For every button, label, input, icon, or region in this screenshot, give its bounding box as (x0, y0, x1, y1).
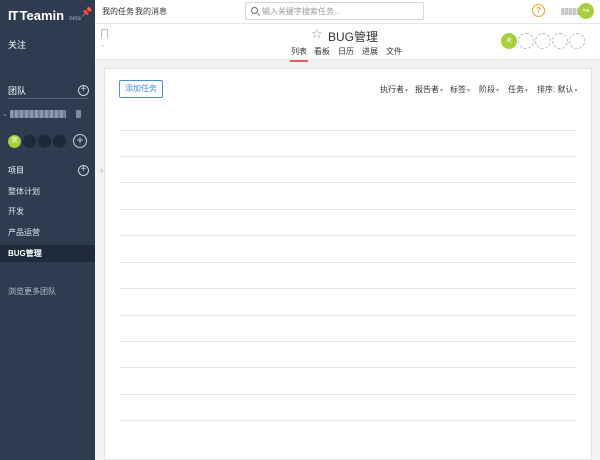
avatar[interactable]: 我 (501, 33, 517, 49)
add-row-icon[interactable]: + (99, 166, 104, 176)
collapse-icon[interactable]: ⌃ (100, 44, 106, 52)
task-list-panel: 添加任务 执行者▾ 报告者▾ 标签▾ 阶段▾ 任务▾ 排序: 默认▾ (104, 68, 592, 460)
sort-dropdown[interactable]: 排序: 默认▾ (537, 84, 577, 95)
filter-tags[interactable]: 标签▾ (450, 84, 470, 95)
projects-section-title: 项目 (8, 166, 24, 175)
project-header: ⌃ ☆ BUG管理 ⌄ 列表 看板 日历 进展 文件 我 (95, 24, 600, 62)
filter-reporter[interactable]: 报告者▾ (415, 84, 443, 95)
tab-files[interactable]: 文件 (386, 46, 402, 57)
my-messages-link[interactable]: 我的消息 (135, 6, 167, 17)
tab-board[interactable]: 看板 (314, 46, 330, 57)
list-row-divider (119, 130, 577, 131)
filter-stage[interactable]: 阶段▾ (479, 84, 499, 95)
sidebar-item-bug-management[interactable]: BUG管理 (0, 245, 95, 262)
filter-label: 任务 (508, 85, 524, 94)
follow-link[interactable]: 关注 (8, 38, 26, 51)
user-avatar[interactable]: me (578, 3, 594, 19)
avatar[interactable]: 我 (8, 134, 21, 148)
search-input[interactable] (262, 4, 420, 18)
avatar-placeholder[interactable] (23, 134, 36, 148)
team-selector[interactable]: ⌄ (2, 110, 92, 118)
member-slot[interactable] (535, 33, 551, 49)
member-slot[interactable] (552, 33, 568, 49)
sidebar-item-development[interactable]: 开发 (0, 203, 95, 220)
list-row-divider (119, 182, 577, 183)
filter-task[interactable]: 任务▾ (508, 84, 528, 95)
team-members: 我 + (8, 134, 87, 148)
avatar-placeholder[interactable] (53, 134, 66, 148)
logo-mark: IT (8, 8, 19, 23)
chevron-down-icon[interactable]: ⌄ (373, 30, 380, 39)
list-row-divider (119, 420, 577, 421)
caret-down-icon: ▾ (440, 88, 444, 94)
chevron-down-icon: ⌄ (2, 111, 8, 118)
project-members: 我 (501, 33, 586, 49)
tab-progress[interactable]: 进展 (362, 46, 378, 57)
top-bar: 我的任务 我的消息 ? me (95, 0, 600, 24)
project-title: BUG管理 (328, 30, 379, 44)
tab-list[interactable]: 列表 (290, 46, 308, 62)
caret-down-icon: ▾ (405, 88, 409, 94)
caret-down-icon: ▾ (496, 88, 500, 94)
filter-label: 执行者 (380, 85, 404, 94)
list-row-divider (119, 262, 577, 263)
browse-more-teams-link[interactable]: 浏览更多团队 (8, 286, 56, 297)
sidebar-item-product-ops[interactable]: 产品运营 (0, 224, 95, 241)
search-box[interactable] (245, 2, 424, 20)
filter-label: 标签 (450, 85, 466, 94)
list-row-divider (119, 288, 577, 289)
caret-down-icon: ▾ (467, 88, 471, 94)
team-section-header: 团队 + (8, 84, 89, 97)
add-member-button[interactable]: + (73, 134, 87, 148)
caret-down-icon: ▾ (574, 88, 578, 94)
sort-label: 排序: 默认 (537, 85, 574, 94)
sidebar: IT Teamin beta 📌 关注 团队 + ⌄ 我 + 项目 + 整体计划… (0, 0, 95, 460)
caret-down-icon: ▾ (525, 88, 529, 94)
beta-label: beta (69, 16, 81, 22)
logo-name: Teamin (19, 8, 65, 23)
filter-label: 阶段 (479, 85, 495, 94)
star-icon[interactable]: ☆ (311, 26, 323, 42)
list-row-divider (119, 367, 577, 368)
divider (8, 98, 89, 99)
logo[interactable]: IT Teamin beta (8, 8, 81, 23)
list-row-divider (119, 315, 577, 316)
help-icon[interactable]: ? (532, 4, 545, 17)
list-row-divider (119, 209, 577, 210)
bookmark-icon[interactable] (101, 29, 108, 38)
team-section-title: 团队 (8, 86, 27, 96)
add-project-button[interactable]: + (78, 165, 89, 176)
search-icon (251, 7, 258, 14)
list-row-divider (119, 156, 577, 157)
list-row-divider (119, 341, 577, 342)
pin-icon[interactable]: 📌 (81, 7, 92, 17)
sidebar-item-overall-plan[interactable]: 整体计划 (0, 183, 95, 200)
team-name-redacted (10, 110, 66, 118)
add-task-button[interactable]: 添加任务 (119, 80, 163, 98)
tab-calendar[interactable]: 日历 (338, 46, 354, 57)
my-tasks-link[interactable]: 我的任务 (102, 6, 134, 17)
add-team-button[interactable]: + (78, 85, 89, 96)
member-slot[interactable] (518, 33, 534, 49)
filter-label: 报告者 (415, 85, 439, 94)
list-row-divider (119, 394, 577, 395)
lock-icon (76, 110, 81, 118)
projects-section-header: 项目 + (8, 165, 89, 176)
avatar-placeholder[interactable] (38, 134, 51, 148)
list-row-divider (119, 235, 577, 236)
filter-assignee[interactable]: 执行者▾ (380, 84, 408, 95)
member-slot[interactable] (569, 33, 585, 49)
